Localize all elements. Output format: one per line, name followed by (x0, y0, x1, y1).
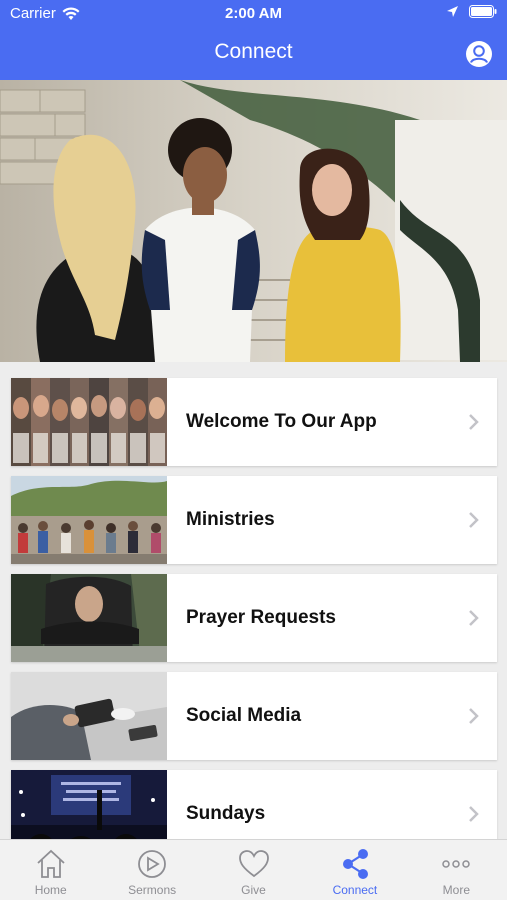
hero-image (0, 80, 507, 362)
battery-icon (469, 5, 497, 18)
tab-label: More (442, 883, 470, 897)
tab-more[interactable]: More (406, 840, 507, 900)
welcome-thumbnail (11, 378, 167, 466)
status-bar: Carrier 2:00 AM (0, 0, 507, 28)
list-item-label: Sundays (186, 803, 266, 824)
connect-list: Welcome To Our App Ministries Prayer Req… (11, 378, 497, 868)
page-title: Connect (214, 40, 293, 63)
social-media-thumbnail (11, 672, 167, 760)
tab-sermons[interactable]: Sermons (101, 840, 202, 900)
tab-label: Give (241, 883, 266, 897)
prayer-requests-thumbnail (11, 574, 167, 662)
chevron-right-icon (469, 708, 479, 724)
profile-icon[interactable] (465, 40, 493, 68)
tab-bar: Home Sermons Give Connect More (0, 839, 507, 900)
tab-connect[interactable]: Connect (304, 840, 405, 900)
home-icon (37, 849, 65, 878)
tab-label: Home (34, 883, 67, 897)
list-item-label: Welcome To Our App (186, 411, 377, 432)
chevron-right-icon (469, 512, 479, 528)
clock: 2:00 AM (225, 5, 282, 22)
chevron-right-icon (469, 806, 479, 822)
play-icon (138, 850, 167, 878)
chevron-right-icon (469, 610, 479, 626)
tab-label: Sermons (128, 883, 177, 897)
ministries-thumbnail (11, 476, 167, 564)
list-item-prayer-requests[interactable]: Prayer Requests (11, 574, 497, 662)
list-item-label: Prayer Requests (186, 607, 336, 628)
list-item-label: Social Media (186, 705, 302, 726)
more-icon (442, 860, 471, 868)
tab-give[interactable]: Give (203, 840, 304, 900)
list-item-social-media[interactable]: Social Media (11, 672, 497, 760)
list-item-welcome[interactable]: Welcome To Our App (11, 378, 497, 466)
navigation-bar: Connect (0, 28, 507, 80)
share-icon (342, 849, 368, 879)
list-item-ministries[interactable]: Ministries (11, 476, 497, 564)
location-icon (447, 6, 458, 17)
chevron-right-icon (469, 414, 479, 430)
tab-label: Connect (332, 883, 378, 897)
list-item-label: Ministries (186, 509, 275, 530)
tab-home[interactable]: Home (0, 840, 101, 900)
heart-icon (238, 850, 269, 878)
